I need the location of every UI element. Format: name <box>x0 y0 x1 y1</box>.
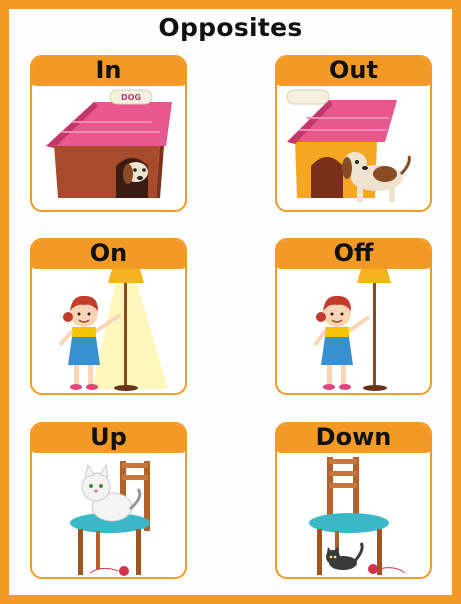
card-on: On <box>30 238 187 395</box>
doghouse-dog-outside-illustration <box>286 89 411 202</box>
card-label-up: Up <box>32 424 185 453</box>
card-down: Down <box>275 422 432 579</box>
doghouse-dog-inside-illustration: DOG <box>46 89 172 198</box>
page-title: Opposites <box>158 13 303 42</box>
card-up: Up <box>30 422 187 579</box>
card-out: Out <box>275 55 432 212</box>
girl-lamp-off-illustration <box>313 269 391 391</box>
girl-lamp-on-illustration <box>58 269 168 391</box>
cat-on-chair-illustration <box>70 461 150 576</box>
cat-under-chair-illustration <box>309 457 406 575</box>
card-off: Off <box>275 238 432 395</box>
card-in: In DOG <box>30 55 187 212</box>
card-label-off: Off <box>277 240 430 269</box>
card-label-on: On <box>32 240 185 269</box>
card-label-down: Down <box>277 424 430 453</box>
dog-sign-text: DOG <box>121 93 141 102</box>
card-label-in: In <box>32 57 185 86</box>
card-label-out: Out <box>277 57 430 86</box>
